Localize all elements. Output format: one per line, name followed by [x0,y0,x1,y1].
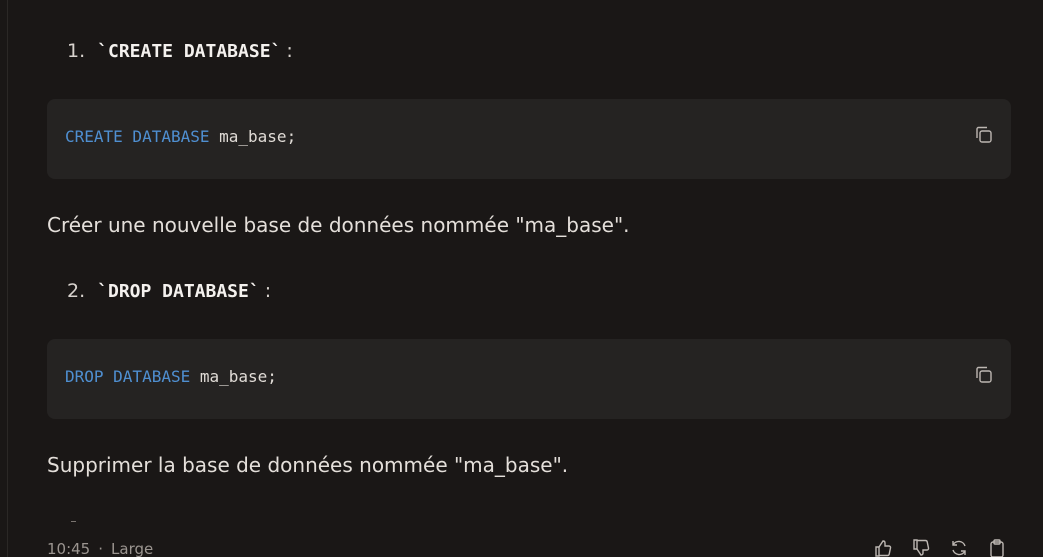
chat-message-view: 1. `CREATE DATABASE` : CREATE DATABASE m… [0,0,1043,557]
copy-icon[interactable] [974,125,994,145]
inline-code-command: `DROP DATABASE` [97,281,260,302]
sql-keyword: DROP DATABASE [65,367,191,386]
message-actions [873,538,1007,557]
sql-keyword: CREATE DATABASE [65,127,210,146]
thumbs-down-icon[interactable] [911,538,931,557]
code-block-2: DROP DATABASE ma_base; [47,339,1011,419]
model-name: Large [111,540,154,557]
list-item-heading-1: 1. `CREATE DATABASE` : [67,40,293,62]
copy-icon[interactable] [974,365,994,385]
list-number: 1. [67,40,86,62]
sidebar-divider [7,0,8,557]
clipboard-icon[interactable] [987,538,1007,557]
heading-colon: : [286,40,293,62]
footer-separator: · [98,540,104,557]
truncated-content-mark [71,521,76,522]
regenerate-icon[interactable] [949,538,969,557]
list-item-heading-2: 2. `DROP DATABASE` : [67,280,271,302]
sql-identifier: ma_base; [209,127,297,146]
code-line: DROP DATABASE ma_base; [65,367,277,386]
thumbs-up-icon[interactable] [873,538,893,557]
message-footer: 10:45 · Large [47,540,153,557]
message-time: 10:45 [47,540,91,557]
sql-identifier: ma_base; [190,367,277,386]
heading-colon: : [264,280,272,302]
inline-code-command: `CREATE DATABASE` [97,41,282,62]
list-number: 2. [67,280,86,302]
code-block-1: CREATE DATABASE ma_base; [47,99,1011,179]
code-line: CREATE DATABASE ma_base; [65,127,296,146]
item-description-1: Créer une nouvelle base de données nommé… [47,213,630,237]
item-description-2: Supprimer la base de données nommée "ma_… [47,453,569,477]
